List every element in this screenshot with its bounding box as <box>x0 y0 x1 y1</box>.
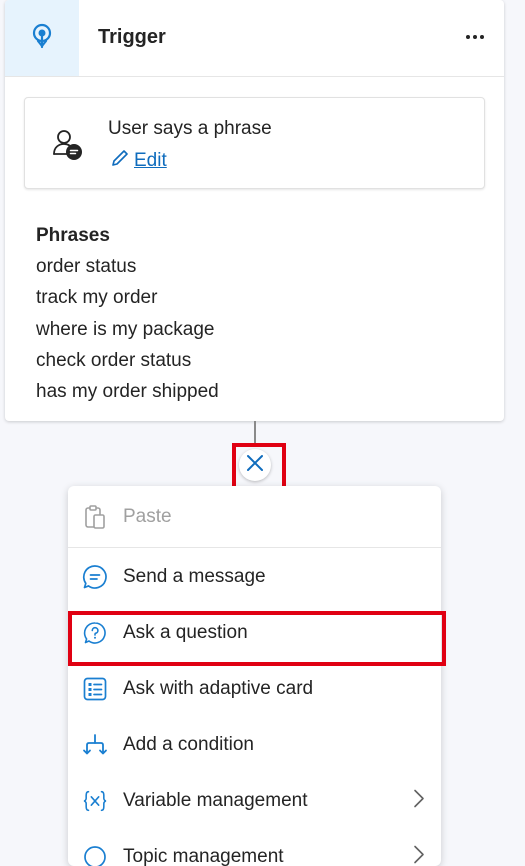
clipboard-icon <box>82 504 108 530</box>
chat-bubble-icon <box>82 564 108 590</box>
menu-item-label: Paste <box>123 506 172 528</box>
phrase-trigger-title: User says a phrase <box>108 118 272 140</box>
trigger-phrase-box: User says a phrase Edit <box>24 97 485 189</box>
user-chat-icon <box>51 128 85 167</box>
phrase-item: where is my package <box>36 314 219 345</box>
adaptive-card-icon <box>82 676 108 702</box>
menu-item-label: Ask with adaptive card <box>123 678 313 700</box>
menu-item-paste[interactable]: Paste <box>68 489 441 545</box>
close-icon <box>246 454 264 477</box>
more-options-button[interactable] <box>460 22 490 52</box>
more-dot <box>473 35 477 39</box>
menu-item-label: Variable management <box>123 790 307 812</box>
phrase-item: order status <box>36 251 219 282</box>
phrase-item: check order status <box>36 345 219 376</box>
topic-icon <box>82 844 108 866</box>
phrase-item: has my order shipped <box>36 376 219 407</box>
more-horizontal-icon <box>466 35 470 39</box>
add-node-menu: Paste Send a message Ask a question <box>68 486 441 866</box>
edit-link[interactable]: Edit <box>110 148 167 174</box>
menu-item-send-message[interactable]: Send a message <box>68 549 441 605</box>
menu-item-label: Add a condition <box>123 734 254 756</box>
menu-item-label: Topic management <box>123 846 284 866</box>
menu-item-ask-question[interactable]: Ask a question <box>68 605 441 661</box>
branch-icon <box>82 732 108 758</box>
variable-icon <box>82 788 108 814</box>
trigger-title: Trigger <box>98 26 166 49</box>
phrases-section: Phrases order status track my order wher… <box>36 220 219 407</box>
menu-divider <box>68 547 441 548</box>
trigger-header: Trigger <box>5 0 504 77</box>
close-menu-button[interactable] <box>239 449 271 481</box>
edit-label[interactable]: Edit <box>134 150 167 172</box>
menu-item-topic-management[interactable]: Topic management <box>68 829 441 866</box>
phrases-label: Phrases <box>36 220 219 251</box>
more-dot <box>480 35 484 39</box>
trigger-card: Trigger User says a phrase Edit P <box>5 0 504 421</box>
menu-item-label: Send a message <box>123 566 266 588</box>
menu-item-add-condition[interactable]: Add a condition <box>68 717 441 773</box>
chevron-right-icon <box>413 789 425 814</box>
question-bubble-icon <box>82 620 108 646</box>
trigger-icon-box <box>5 0 79 76</box>
menu-item-label: Ask a question <box>123 622 248 644</box>
connector-line <box>254 421 256 447</box>
chevron-right-icon <box>413 845 425 866</box>
menu-item-variable-management[interactable]: Variable management <box>68 773 441 829</box>
trigger-bulb-icon <box>30 23 54 54</box>
pencil-icon <box>110 148 130 174</box>
phrase-item: track my order <box>36 282 219 313</box>
menu-item-ask-adaptive-card[interactable]: Ask with adaptive card <box>68 661 441 717</box>
